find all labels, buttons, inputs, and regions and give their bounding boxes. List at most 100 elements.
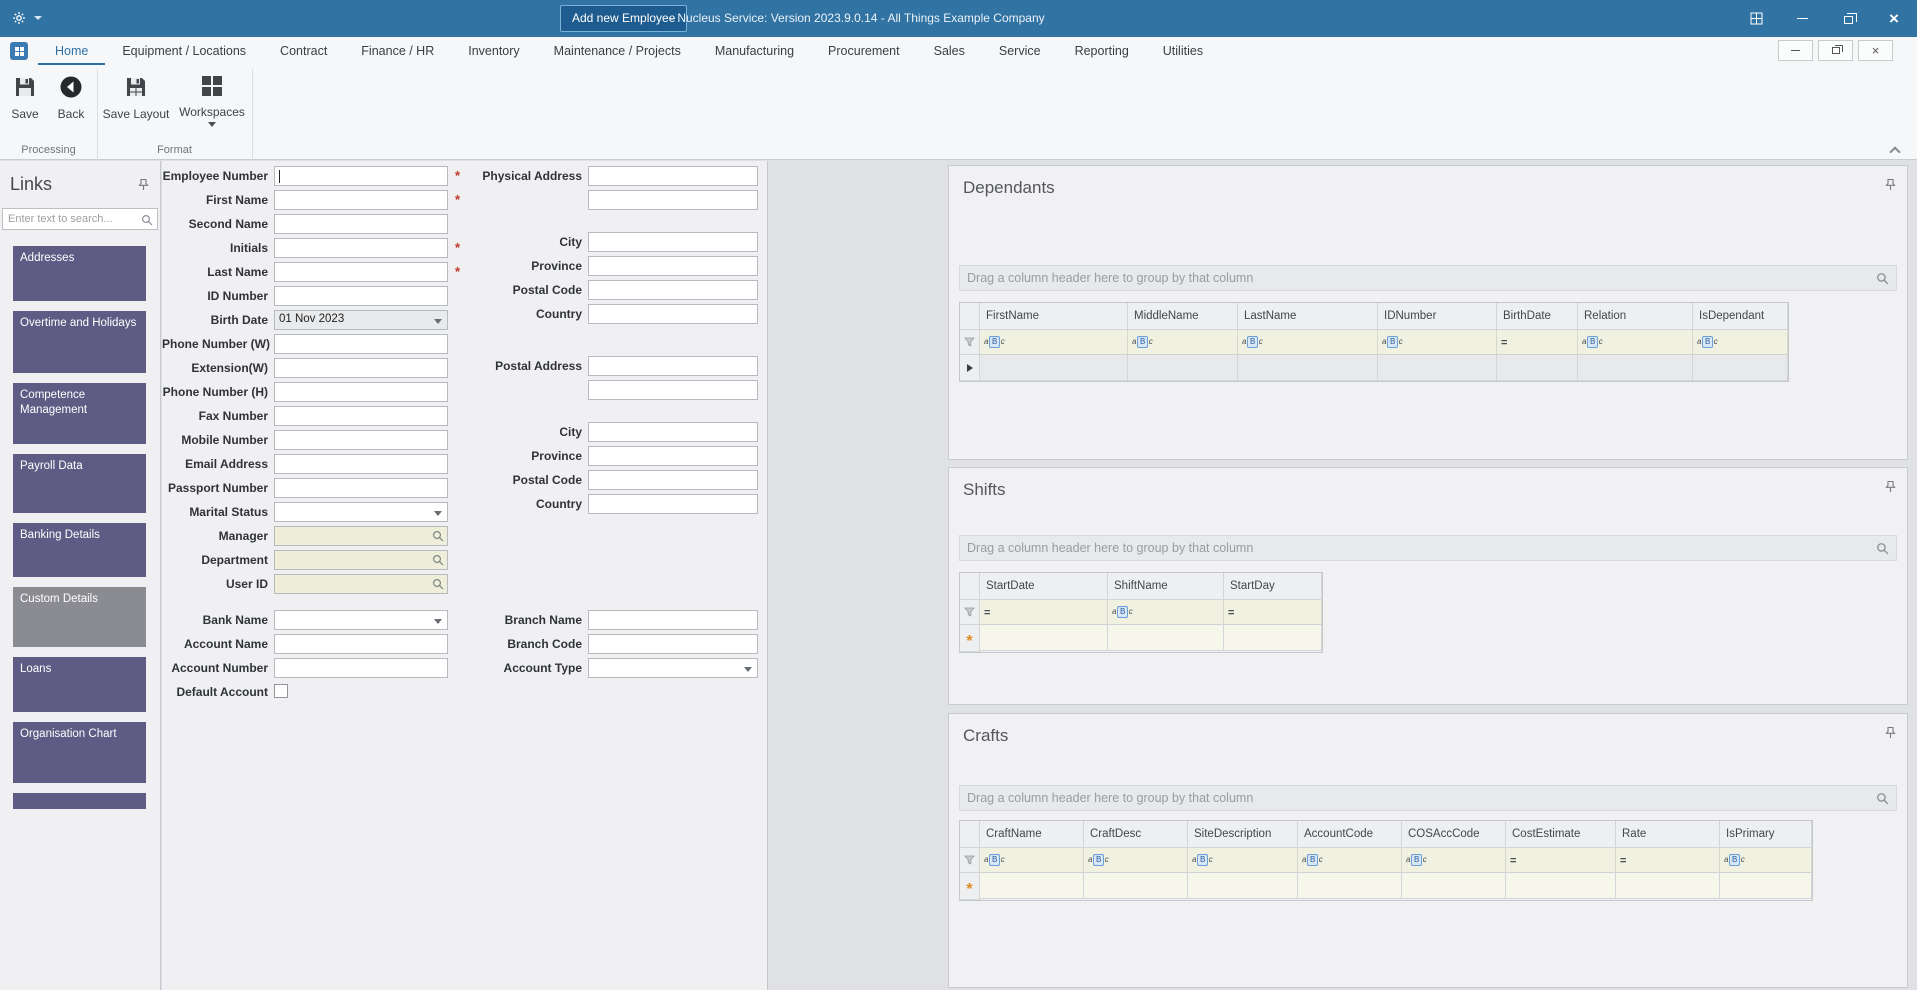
- group-by-panel[interactable]: Drag a column header here to group by th…: [959, 535, 1897, 561]
- tab-service[interactable]: Service: [982, 37, 1058, 65]
- col-header-middlename[interactable]: MiddleName: [1128, 303, 1238, 330]
- postal-city-input[interactable]: [588, 422, 758, 442]
- filter-cell[interactable]: aBc: [1402, 848, 1506, 873]
- col-header-sitedescription[interactable]: SiteDescription: [1188, 821, 1298, 848]
- group-by-panel[interactable]: Drag a column header here to group by th…: [959, 785, 1897, 811]
- filter-cell[interactable]: [1224, 600, 1322, 625]
- sidebar-item-overtime-holidays[interactable]: Overtime and Holidays: [13, 311, 146, 373]
- save-layout-button[interactable]: Save Layout: [102, 75, 170, 121]
- chevron-down-icon[interactable]: [34, 16, 42, 20]
- search-icon[interactable]: [1876, 792, 1896, 805]
- physical-province-input[interactable]: [588, 256, 758, 276]
- col-header-craftname[interactable]: CraftName: [980, 821, 1084, 848]
- department-lookup[interactable]: [274, 550, 448, 570]
- pin-icon[interactable]: [1884, 178, 1897, 194]
- manager-lookup[interactable]: [274, 526, 448, 546]
- col-header-costestimate[interactable]: CostEstimate: [1506, 821, 1616, 848]
- sidebar-item-loans[interactable]: Loans: [13, 657, 146, 712]
- sidebar-item-payroll-data[interactable]: Payroll Data: [13, 454, 146, 513]
- filter-cell[interactable]: aBc: [1378, 330, 1497, 355]
- new-row[interactable]: [960, 873, 1812, 900]
- search-icon[interactable]: [1876, 272, 1896, 285]
- tab-manufacturing[interactable]: Manufacturing: [698, 37, 811, 65]
- col-header-rate[interactable]: Rate: [1616, 821, 1720, 848]
- tab-sales[interactable]: Sales: [917, 37, 982, 65]
- windows-grid-icon[interactable]: [1733, 0, 1779, 37]
- postal-address-line2-input[interactable]: [588, 380, 758, 400]
- physical-postal-code-input[interactable]: [588, 280, 758, 300]
- group-by-panel[interactable]: Drag a column header here to group by th…: [959, 265, 1897, 291]
- mdi-restore-button[interactable]: [1818, 40, 1853, 61]
- col-header-startday[interactable]: StartDay: [1224, 573, 1322, 600]
- physical-city-input[interactable]: [588, 232, 758, 252]
- filter-cell[interactable]: aBc: [1298, 848, 1402, 873]
- app-menu-button[interactable]: [10, 42, 28, 60]
- gear-icon[interactable]: [12, 11, 26, 28]
- user-id-lookup[interactable]: [274, 574, 448, 594]
- filter-cell[interactable]: aBc: [1578, 330, 1693, 355]
- sidebar-item-custom-details[interactable]: Custom Details: [13, 587, 146, 647]
- col-header-craftdesc[interactable]: CraftDesc: [1084, 821, 1188, 848]
- filter-cell[interactable]: aBc: [980, 330, 1128, 355]
- pin-icon[interactable]: [137, 178, 150, 194]
- physical-country-input[interactable]: [588, 304, 758, 324]
- pin-icon[interactable]: [1884, 726, 1897, 742]
- workspaces-button[interactable]: Workspaces: [176, 75, 248, 127]
- col-header-isprimary[interactable]: IsPrimary: [1720, 821, 1812, 848]
- filter-cell[interactable]: [980, 600, 1108, 625]
- new-row[interactable]: [960, 625, 1322, 652]
- filter-cell[interactable]: aBc: [1084, 848, 1188, 873]
- pin-icon[interactable]: [1884, 480, 1897, 496]
- col-header-cosacccode[interactable]: COSAccCode: [1402, 821, 1506, 848]
- col-header-lastname[interactable]: LastName: [1238, 303, 1378, 330]
- tab-utilities[interactable]: Utilities: [1146, 37, 1220, 65]
- tab-home[interactable]: Home: [38, 37, 105, 65]
- mdi-close-button[interactable]: ×: [1858, 40, 1893, 61]
- grid-row[interactable]: [960, 355, 1788, 381]
- col-header-firstname[interactable]: FirstName: [980, 303, 1128, 330]
- filter-cell[interactable]: [1506, 848, 1616, 873]
- physical-address-line2-input[interactable]: [588, 190, 758, 210]
- postal-address-line1-input[interactable]: [588, 356, 758, 376]
- save-button[interactable]: Save: [2, 75, 48, 121]
- search-icon[interactable]: [141, 214, 153, 229]
- filter-cell[interactable]: [1497, 330, 1578, 355]
- col-header-shiftname[interactable]: ShiftName: [1108, 573, 1224, 600]
- filter-cell[interactable]: aBc: [1128, 330, 1238, 355]
- sidebar-item-addresses[interactable]: Addresses: [13, 246, 146, 301]
- sidebar-item-organisation-chart[interactable]: Organisation Chart: [13, 722, 146, 783]
- back-button[interactable]: Back: [50, 75, 92, 121]
- col-header-startdate[interactable]: StartDate: [980, 573, 1108, 600]
- filter-cell[interactable]: aBc: [1693, 330, 1788, 355]
- restore-button[interactable]: [1825, 0, 1871, 37]
- col-header-birthdate[interactable]: BirthDate: [1497, 303, 1578, 330]
- sidebar-item-partial[interactable]: [13, 793, 146, 809]
- branch-name-input[interactable]: [588, 610, 758, 630]
- document-tab[interactable]: Add new Employee: [560, 5, 688, 32]
- close-button[interactable]: ×: [1871, 0, 1917, 37]
- sidebar-item-banking-details[interactable]: Banking Details: [13, 523, 146, 577]
- physical-address-line1-input[interactable]: [588, 166, 758, 186]
- filter-cell[interactable]: [1616, 848, 1720, 873]
- branch-code-input[interactable]: [588, 634, 758, 654]
- tab-inventory[interactable]: Inventory: [451, 37, 536, 65]
- tab-procurement[interactable]: Procurement: [811, 37, 917, 65]
- sidebar-item-competence-management[interactable]: Competence Management: [13, 383, 146, 444]
- col-header-accountcode[interactable]: AccountCode: [1298, 821, 1402, 848]
- mdi-minimize-button[interactable]: [1778, 40, 1813, 61]
- account-type-combo[interactable]: [588, 658, 758, 678]
- search-icon[interactable]: [1876, 542, 1896, 555]
- tab-reporting[interactable]: Reporting: [1058, 37, 1146, 65]
- col-header-isdependant[interactable]: IsDependant: [1693, 303, 1788, 330]
- col-header-idnumber[interactable]: IDNumber: [1378, 303, 1497, 330]
- filter-cell[interactable]: aBc: [1238, 330, 1378, 355]
- minimize-button[interactable]: [1779, 0, 1825, 37]
- postal-province-input[interactable]: [588, 446, 758, 466]
- tab-finance-hr[interactable]: Finance / HR: [344, 37, 451, 65]
- tab-equipment-locations[interactable]: Equipment / Locations: [105, 37, 263, 65]
- filter-cell[interactable]: aBc: [1188, 848, 1298, 873]
- postal-postal-code-input[interactable]: [588, 470, 758, 490]
- filter-cell[interactable]: aBc: [1108, 600, 1224, 625]
- default-account-checkbox[interactable]: [274, 684, 288, 698]
- filter-cell[interactable]: aBc: [980, 848, 1084, 873]
